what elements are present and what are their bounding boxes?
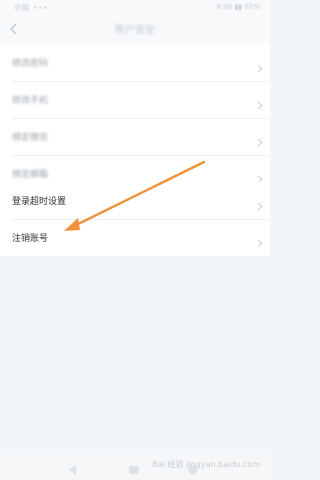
setting-row-cancel-account[interactable]: 注销账号 <box>0 219 270 256</box>
chevron-right-icon <box>257 132 263 147</box>
setting-label: 注销账号 <box>12 234 49 244</box>
baidu-jingyan-watermark: Bai 经验 jingyan.baidu.com <box>152 460 260 469</box>
setting-label: 绑定邮箱 <box>12 170 49 180</box>
setting-row-change-password[interactable]: 修改密码 <box>0 44 270 81</box>
setting-label: 绑定微信 <box>12 133 49 143</box>
page-title: 账户安全 <box>115 25 155 36</box>
status-bar: 中国 ••• 8:08 ▮▮ 62% <box>0 0 270 14</box>
battery-time: 8:08 ▮▮ 62% <box>216 3 260 11</box>
chevron-right-icon <box>257 95 263 110</box>
system-nav-bar: Bai 经验 jingyan.baidu.com <box>0 452 270 480</box>
chevron-right-icon <box>257 233 263 248</box>
header-bar: 账户安全 <box>0 14 270 44</box>
setting-row-login-timeout[interactable]: 登录超时设置 <box>0 182 270 219</box>
carrier-signal: 中国 ••• <box>14 4 49 12</box>
setting-row-change-phone[interactable]: 修改手机 <box>0 81 270 118</box>
chevron-right-icon <box>257 58 263 73</box>
nav-back-icon[interactable] <box>66 461 80 475</box>
chevron-right-icon <box>257 169 263 184</box>
setting-label: 修改手机 <box>12 96 49 106</box>
settings-group-secondary: 登录超时设置 注销账号 <box>0 182 270 256</box>
account-security-screen: 中国 ••• 8:08 ▮▮ 62% 账户安全 修改密码 修改手机 绑定微信 绑… <box>0 0 270 480</box>
settings-group-primary: 修改密码 修改手机 绑定微信 绑定邮箱 <box>0 44 270 192</box>
setting-label: 修改密码 <box>12 59 49 69</box>
nav-home-icon[interactable] <box>127 461 141 474</box>
chevron-right-icon <box>257 196 263 211</box>
setting-row-bind-wechat[interactable]: 绑定微信 <box>0 118 270 155</box>
setting-label: 登录超时设置 <box>12 197 67 207</box>
